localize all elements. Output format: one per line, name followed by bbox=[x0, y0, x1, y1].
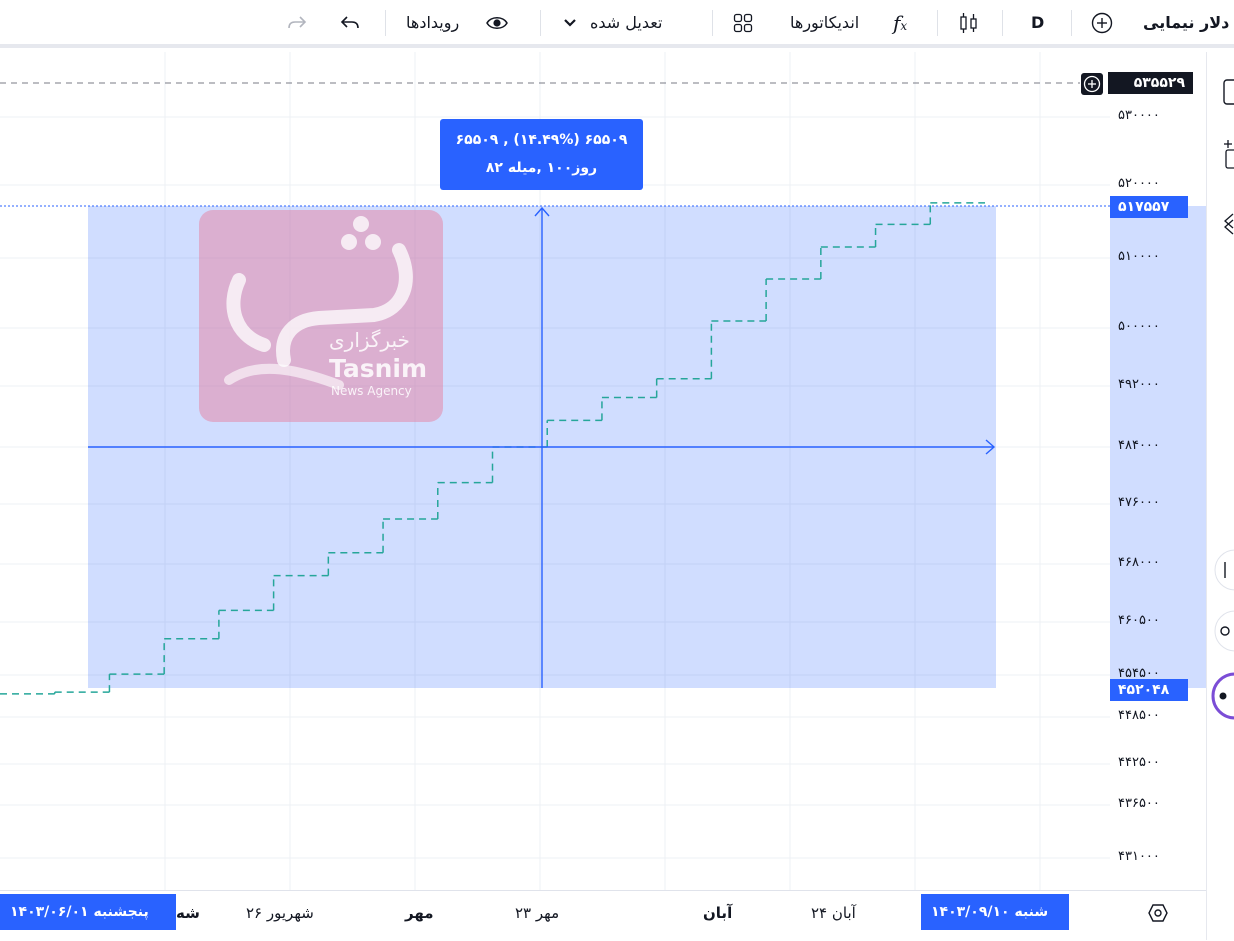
price-axis-tick-label: ۴۳۶۵۰۰ bbox=[1118, 796, 1160, 811]
watermark-line2: Tasnim bbox=[329, 354, 427, 383]
measure-tooltip-line2: روز۱۰۰ ,میله ۸۲ bbox=[485, 160, 598, 176]
floating-tool-icon[interactable] bbox=[1211, 548, 1234, 592]
current-price-value: ۵۳۵۵۲۹ bbox=[1133, 75, 1185, 91]
date-axis-tick-label: مهر bbox=[405, 904, 434, 922]
measure-tooltip: ۶۵۵۰۹ (۱۴.۴۹%) , ۶۵۵۰۹ روز۱۰۰ ,میله ۸۲ bbox=[440, 119, 643, 190]
events-button[interactable]: رویدادها bbox=[406, 0, 459, 46]
chevron-down-icon[interactable] bbox=[563, 18, 577, 28]
fx-icon[interactable]: fx bbox=[893, 0, 907, 46]
toolbar-separator bbox=[385, 10, 386, 36]
axis-settings-cell bbox=[1110, 890, 1206, 941]
price-axis-tick-label: ۴۸۴۰۰۰ bbox=[1118, 438, 1160, 453]
eye-icon[interactable] bbox=[485, 13, 509, 33]
price-axis-tick-label: ۴۷۶۰۰۰ bbox=[1118, 495, 1160, 510]
watermark-line3: News Agency bbox=[331, 384, 412, 398]
date-axis-tick-label: ۲۴ آبان bbox=[811, 904, 856, 922]
templates-grid-icon[interactable] bbox=[733, 13, 753, 33]
range-start-date-badge: پنجشنبه ۱۴۰۳/۰۶/۰۱ bbox=[0, 894, 176, 930]
price-axis-tick-label: ۴۴۸۵۰۰ bbox=[1118, 708, 1160, 723]
price-axis-tick-label: ۵۱۰۰۰۰ bbox=[1118, 249, 1160, 264]
price-axis-tick-label: ۴۶۰۵۰۰ bbox=[1118, 613, 1160, 628]
range-end-date-badge: شنبه ۱۴۰۳/۰۹/۱۰ bbox=[921, 894, 1069, 930]
toolbar-separator bbox=[712, 10, 713, 36]
undo-icon[interactable] bbox=[339, 14, 361, 32]
range-high-badge: ۵۱۷۵۵۷ bbox=[1110, 196, 1188, 218]
right-sidebar bbox=[1206, 52, 1234, 940]
interval-button[interactable]: D bbox=[1031, 0, 1044, 46]
redo-icon[interactable] bbox=[286, 14, 308, 32]
watermark-line1: خبرگزاری bbox=[329, 328, 410, 352]
measure-tooltip-line1: ۶۵۵۰۹ (۱۴.۴۹%) , ۶۵۵۰۹ bbox=[455, 132, 628, 148]
price-axis-tick-label: ۴۳۱۰۰۰ bbox=[1118, 849, 1160, 864]
current-price-badge: ۵۳۵۵۲۹ bbox=[1108, 72, 1193, 94]
price-axis-tick-label: ۴۶۸۰۰۰ bbox=[1118, 555, 1160, 570]
chart-toolbar: دلار نیمایی D اندیکاتورها fx تعدیل شده ر… bbox=[0, 0, 1234, 48]
price-axis-tick-label: ۵۲۰۰۰۰ bbox=[1118, 176, 1160, 191]
add-alert-icon[interactable] bbox=[1081, 73, 1103, 95]
toolbar-separator bbox=[1071, 10, 1072, 36]
range-low-badge: ۴۵۲۰۴۸ bbox=[1110, 679, 1188, 701]
toolbar-separator bbox=[1002, 10, 1003, 36]
toolbar-separator bbox=[540, 10, 541, 36]
watchlist-icon[interactable] bbox=[1222, 78, 1234, 106]
price-axis-tick-label: ۴۴۲۵۰۰ bbox=[1118, 755, 1160, 770]
price-axis-tick-label: ۴۹۲۰۰۰ bbox=[1118, 377, 1160, 392]
settings-gear-icon[interactable] bbox=[1147, 902, 1169, 924]
candles-icon[interactable] bbox=[958, 11, 980, 35]
indicators-button[interactable]: اندیکاتورها bbox=[790, 0, 859, 46]
tasnim-watermark-logo: خبرگزاری Tasnim News Agency bbox=[199, 210, 443, 422]
date-axis-tick-label: ۲۳ مهر bbox=[515, 904, 560, 922]
layers-icon[interactable] bbox=[1223, 212, 1234, 236]
price-axis-tick-label: ۵۰۰۰۰۰ bbox=[1118, 319, 1160, 334]
toolbar-separator bbox=[937, 10, 938, 36]
price-axis-tick-label: ۵۳۰۰۰۰ bbox=[1118, 108, 1160, 123]
floating-tool-icon-2[interactable] bbox=[1211, 609, 1234, 653]
add-symbol-icon[interactable] bbox=[1091, 12, 1113, 34]
date-axis-tick-label: شه bbox=[176, 904, 200, 922]
alert-add-icon[interactable] bbox=[1224, 138, 1234, 172]
date-axis-tick-label: ۲۶ شهریور bbox=[246, 904, 314, 922]
adjust-dropdown[interactable]: تعدیل شده bbox=[590, 0, 662, 46]
date-axis-tick-label: آبان bbox=[703, 904, 733, 922]
active-tool-icon[interactable] bbox=[1207, 672, 1234, 720]
symbol-name[interactable]: دلار نیمایی bbox=[1143, 0, 1229, 46]
